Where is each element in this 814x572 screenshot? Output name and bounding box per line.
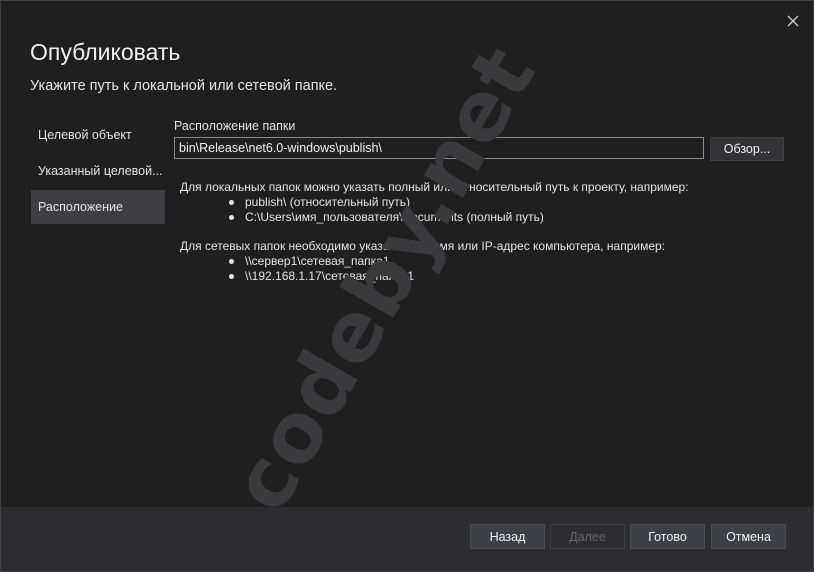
list-item: C:\Users\имя_пользователя\Documents (пол… [229, 210, 689, 225]
folder-location-label: Расположение папки [174, 119, 296, 133]
folder-path-input[interactable] [174, 137, 704, 159]
wizard-nav: Целевой объект Указанный целевой... Расп… [31, 118, 165, 224]
dialog-title: Опубликовать [30, 39, 181, 65]
network-examples-list: \\сервер1\сетевая_папка1 \\192.168.1.17\… [180, 254, 665, 284]
nav-item-location[interactable]: Расположение [31, 190, 165, 224]
dialog-subtitle: Укажите путь к локальной или сетевой пап… [30, 78, 338, 94]
next-button[interactable]: Далее [550, 524, 625, 549]
nav-item-target[interactable]: Целевой объект [31, 118, 165, 152]
list-item: \\192.168.1.17\сетевая_папка1 [229, 269, 665, 284]
local-folder-help: Для локальных папок можно указать полный… [180, 180, 689, 225]
network-folder-help: Для сетевых папок необходимо указать "\\… [180, 239, 665, 284]
local-help-text: Для локальных папок можно указать полный… [180, 180, 689, 194]
network-help-text: Для сетевых папок необходимо указать "\\… [180, 239, 665, 253]
publish-dialog: Опубликовать Укажите путь к локальной ил… [0, 0, 814, 572]
list-item: \\сервер1\сетевая_папка1 [229, 254, 665, 269]
close-button[interactable] [785, 13, 801, 29]
list-item: publish\ (относительный путь) [229, 195, 689, 210]
dialog-footer: Назад Далее Готово Отмена [1, 507, 813, 571]
cancel-button[interactable]: Отмена [711, 524, 786, 549]
nav-item-specific-target[interactable]: Указанный целевой... [31, 154, 165, 188]
back-button[interactable]: Назад [470, 524, 545, 549]
finish-button[interactable]: Готово [630, 524, 705, 549]
local-examples-list: publish\ (относительный путь) C:\Users\и… [180, 195, 689, 225]
close-icon [787, 15, 799, 27]
browse-button[interactable]: Обзор... [710, 137, 784, 161]
